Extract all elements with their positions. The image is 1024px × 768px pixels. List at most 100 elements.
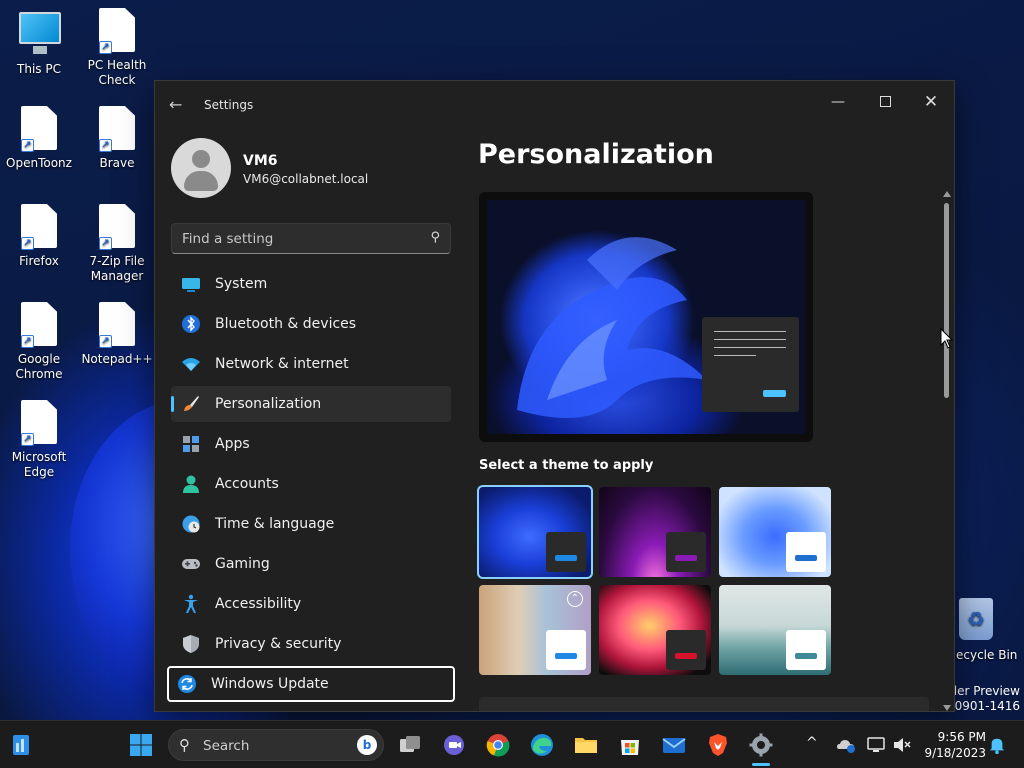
maximize-button[interactable] [862,87,908,117]
theme-tile-windows-light[interactable] [719,487,831,577]
nav-item-system[interactable]: System [171,266,451,302]
nav-item-accessibility[interactable]: Accessibility [171,586,451,622]
teams-chat-icon[interactable] [442,733,466,757]
file-explorer-icon[interactable] [574,733,598,757]
desktop-icon-label: 7-Zip File Manager [89,254,145,283]
chrome-icon[interactable] [486,733,510,757]
maximize-icon [879,96,891,107]
apps-icon [183,436,199,452]
theme-tile-captured-motion[interactable]: ⌃ [479,585,591,675]
desktop-icon-label: Brave [99,156,135,170]
nav-item-network[interactable]: Network & internet [171,346,451,382]
nav-item-time-language[interactable]: Time & language [171,506,451,542]
desktop-icon-label: OpenToonz [6,156,72,170]
desktop-icon-brave[interactable]: ↗ Brave [78,106,156,171]
settings-nav: System Bluetooth & devices Network & int… [167,266,455,706]
task-view-icon[interactable] [398,733,422,757]
display-icon[interactable] [866,735,886,755]
taskbar-search-label: Search [203,738,250,754]
shield-icon [183,635,199,653]
theme-tile-sunrise[interactable] [719,585,831,675]
next-settings-row[interactable] [479,697,929,711]
volume-muted-icon[interactable] [892,735,912,755]
accessibility-icon [184,594,198,613]
user-email: VM6@collabnet.local [243,172,369,186]
theme-tile-windows-dark[interactable] [477,485,593,579]
nav-item-accounts[interactable]: Accounts [171,466,451,502]
desktop-icon-recycle-bin[interactable]: ♻ ecycle Bin [946,598,1024,663]
taskbar-search-box[interactable]: ⚲ Search b [168,729,384,761]
preview-wallpaper [487,200,805,434]
nav-label: Network & internet [215,356,349,372]
avatar [171,138,231,198]
shortcut-arrow-icon: ↗ [21,237,34,250]
shortcut-arrow-icon: ↗ [21,335,34,348]
nav-item-windows-update[interactable]: Windows Update [167,666,455,702]
desktop-icon-label: Notepad++ [81,352,153,366]
desktop-icon-google-chrome[interactable]: ↗ Google Chrome [0,302,78,382]
user-name: VM6 [243,153,278,169]
theme-tile-glow[interactable] [599,487,711,577]
theme-tile-flow[interactable] [599,585,711,675]
slideshow-icon: ⌃ [567,591,583,607]
taskbar-clock[interactable]: 9:56 PM 9/18/2023 [922,729,986,761]
settings-window: ← Settings — ✕ VM6 VM6@collabnet.local F… [154,80,955,712]
nav-label: Apps [215,436,250,452]
content-scrollbar[interactable] [943,191,951,711]
close-button[interactable]: ✕ [908,87,954,117]
shortcut-arrow-icon: ↗ [99,41,112,54]
nav-item-gaming[interactable]: Gaming [171,546,451,582]
nav-item-bluetooth[interactable]: Bluetooth & devices [171,306,451,342]
nav-label: Privacy & security [215,636,342,652]
desktop-icon-microsoft-edge[interactable]: ↗ Microsoft Edge [0,400,78,480]
brave-icon[interactable] [706,733,730,757]
nav-label: Accessibility [215,596,302,612]
settings-gear-icon[interactable] [749,733,773,757]
chevron-up-icon[interactable]: ^ [806,735,818,751]
desktop-icon-label: PC Health Check [87,58,147,87]
time-language-icon [182,515,200,533]
nav-label: Bluetooth & devices [215,316,357,332]
start-button[interactable] [129,733,153,757]
microsoft-store-icon[interactable] [618,733,642,757]
search-placeholder: Find a setting [182,231,274,247]
nav-item-personalization[interactable]: Personalization [171,386,451,422]
desktop-icon-pc-health-check[interactable]: ↗ PC Health Check [78,8,156,88]
nav-label: Personalization [215,396,322,412]
taskbar: ⚲ Search b ^ 9:56 PM 9/18/2023 [0,720,1024,768]
edge-icon[interactable] [530,733,554,757]
wifi-icon [182,358,200,371]
onedrive-icon[interactable] [836,735,856,755]
notification-bell-icon[interactable] [988,736,1006,754]
nav-item-apps[interactable]: Apps [171,426,451,462]
desktop-icon-this-pc[interactable]: This PC [0,8,78,77]
shortcut-arrow-icon: ↗ [99,139,112,152]
scroll-thumb[interactable] [944,203,949,398]
minimize-button[interactable]: — [815,87,861,117]
shortcut-arrow-icon: ↗ [21,139,34,152]
find-setting-search-input[interactable]: Find a setting ⚲ [171,223,451,254]
scroll-down-arrow-icon[interactable] [943,705,951,711]
system-icon [182,278,200,292]
settings-running-indicator [752,763,770,766]
monitor-icon [19,12,61,54]
desktop-icon-notepadpp[interactable]: ↗ Notepad++ [78,302,156,367]
nav-label: Time & language [215,516,335,532]
nav-label: Gaming [215,556,270,572]
desktop-icon-firefox[interactable]: ↗ Firefox [0,204,78,269]
back-arrow-icon[interactable]: ← [169,95,182,114]
page-title: Personalization [478,139,714,170]
mail-icon[interactable] [662,733,686,757]
nav-label: Windows Update [211,676,329,692]
gamepad-icon [182,559,200,569]
nav-item-privacy-security[interactable]: Privacy & security [171,626,451,662]
preview-dialog-window [702,317,799,412]
title-bar[interactable]: ← Settings — ✕ [155,81,954,129]
brush-icon [184,396,199,411]
shortcut-arrow-icon: ↗ [99,237,112,250]
bing-icon[interactable]: b [357,735,377,755]
desktop-icon-opentoonz[interactable]: ↗ OpenToonz [0,106,78,171]
scroll-up-arrow-icon[interactable] [943,191,951,197]
desktop-icon-7zip[interactable]: ↗ 7-Zip File Manager [78,204,156,284]
widgets-icon[interactable] [10,733,34,757]
